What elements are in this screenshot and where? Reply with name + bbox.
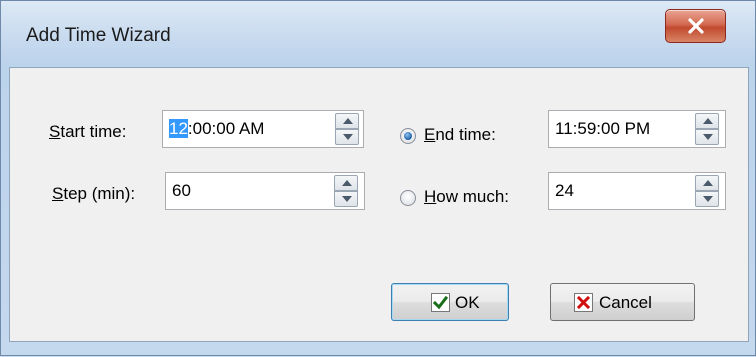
close-button[interactable] [665, 9, 726, 43]
dialog-body: Start time: 12:00:00 AM Step (min): 60 E… [9, 67, 749, 342]
ok-label: OK [455, 293, 480, 312]
spin-down-icon [703, 196, 713, 202]
start-time-down-button[interactable] [335, 129, 359, 145]
start-time-spinner [335, 113, 359, 145]
step-label: Step (min): [52, 184, 135, 204]
step-value: 60 [172, 181, 191, 200]
start-time-value: 12:00:00 AM [169, 119, 264, 139]
how-much-radio[interactable] [400, 190, 416, 206]
how-much-label: How much: [424, 187, 509, 207]
start-time-field[interactable]: 12:00:00 AM [162, 110, 364, 148]
end-time-radio[interactable] [400, 128, 416, 144]
end-time-label-text: End time: [424, 125, 496, 144]
end-time-field[interactable]: 11:59:00 PM [548, 110, 726, 148]
end-time-value: 11:59:00 PM [555, 119, 651, 138]
how-much-down-button[interactable] [695, 191, 719, 207]
spin-down-icon [343, 134, 353, 140]
spin-up-icon [342, 180, 352, 186]
step-spinner [334, 175, 358, 207]
spin-up-icon [343, 118, 353, 124]
radio-selected-dot [404, 132, 412, 140]
start-time-label-text: Start time: [49, 122, 127, 141]
ok-button[interactable]: OK [391, 283, 509, 321]
cancel-label: Cancel [599, 293, 652, 312]
step-field[interactable]: 60 [165, 172, 365, 210]
check-icon [431, 293, 450, 312]
start-time-up-button[interactable] [335, 113, 359, 129]
cancel-button[interactable]: Cancel [550, 283, 695, 321]
how-much-up-button[interactable] [695, 175, 719, 191]
start-time-rest: :00:00 AM [187, 119, 265, 138]
window-title: Add Time Wizard [26, 25, 171, 46]
spin-up-icon [703, 118, 713, 124]
close-icon [688, 18, 704, 34]
how-much-field[interactable]: 24 [548, 172, 726, 210]
how-much-label-text: How much: [424, 187, 510, 206]
dialog-window: Add Time Wizard Start time: 12:00:00 AM … [0, 0, 756, 356]
spin-up-icon [703, 180, 713, 186]
start-time-selected-part: 12 [169, 119, 188, 138]
step-up-button[interactable] [334, 175, 358, 191]
step-down-button[interactable] [334, 191, 358, 207]
how-much-value: 24 [555, 181, 574, 200]
window-bottom-edge [9, 342, 749, 357]
end-time-up-button[interactable] [695, 113, 719, 129]
spin-down-icon [342, 196, 352, 202]
how-much-spinner [695, 175, 719, 207]
end-time-label: End time: [424, 125, 496, 145]
cancel-x-icon [574, 293, 593, 312]
end-time-spinner [695, 113, 719, 145]
start-time-label: Start time: [49, 122, 126, 142]
step-label-text: Step (min): [52, 184, 136, 203]
end-time-down-button[interactable] [695, 129, 719, 145]
spin-down-icon [703, 134, 713, 140]
